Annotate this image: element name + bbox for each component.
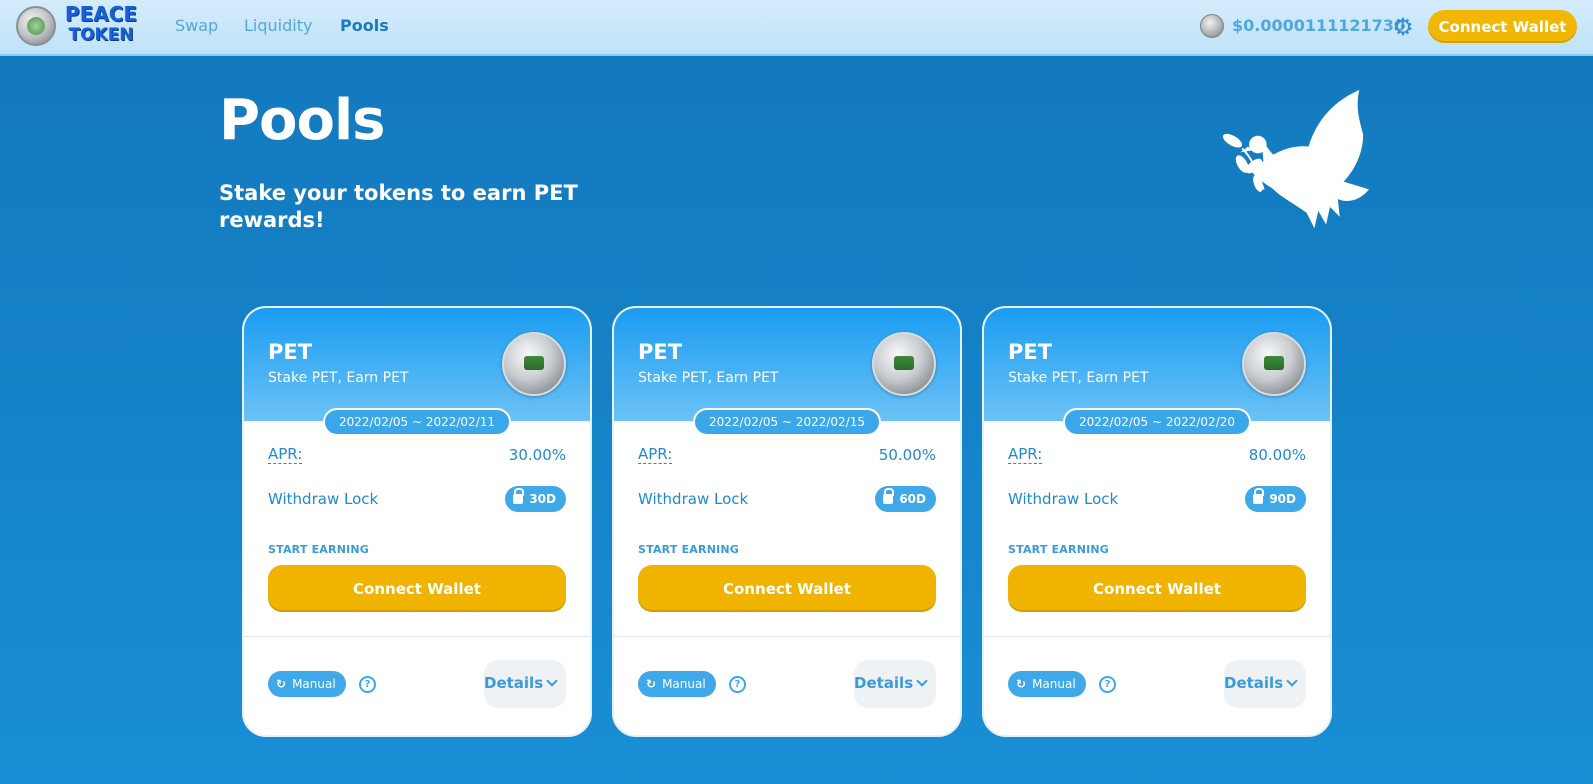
chevron-down-icon <box>916 675 928 687</box>
lock-duration: 90D <box>1269 492 1296 506</box>
refresh-icon: ↻ <box>646 677 657 691</box>
pool-subtitle: Stake PET, Earn PET <box>268 370 409 386</box>
help-icon[interactable]: ? <box>359 676 376 693</box>
details-label: Details <box>1224 674 1284 692</box>
details-label: Details <box>854 674 914 692</box>
details-toggle-button[interactable]: Details <box>854 660 936 708</box>
details-toggle-button[interactable]: Details <box>484 660 566 708</box>
card-divider <box>244 636 590 637</box>
token-coin-icon <box>872 332 936 396</box>
manual-badge: ↻ Manual <box>1008 671 1086 697</box>
help-icon[interactable]: ? <box>729 676 746 693</box>
refresh-icon: ↻ <box>1016 677 1027 691</box>
withdraw-lock-label: Withdraw Lock <box>268 490 379 508</box>
logo-coin-icon[interactable] <box>16 6 56 46</box>
lock-icon <box>1253 488 1265 504</box>
pool-subtitle: Stake PET, Earn PET <box>1008 370 1149 386</box>
page-subtitle: Stake your tokens to earn PET rewards! <box>219 181 578 232</box>
start-earning-label: START EARNING <box>268 543 370 556</box>
withdraw-lock-badge: 60D <box>875 486 936 512</box>
card-divider <box>614 636 960 637</box>
chevron-down-icon <box>546 675 558 687</box>
details-toggle-button[interactable]: Details <box>1224 660 1306 708</box>
dove-icon <box>1222 89 1369 229</box>
top-navbar: PEACE TOKEN Swap Liquidity Pools $0.0000… <box>0 0 1593 56</box>
brand-line-1: PEACE <box>64 2 138 26</box>
apr-value: 50.00% <box>878 446 936 464</box>
help-icon[interactable]: ? <box>1099 676 1116 693</box>
page-title: Pools <box>219 88 386 153</box>
apr-value: 30.00% <box>508 446 566 464</box>
card-divider <box>984 636 1330 637</box>
brand-logo[interactable]: PEACE TOKEN <box>62 4 140 46</box>
nav-link-liquidity[interactable]: Liquidity <box>244 16 312 35</box>
connect-wallet-button[interactable]: Connect Wallet <box>1428 10 1577 43</box>
start-earning-label: START EARNING <box>1008 543 1110 556</box>
apr-label[interactable]: APR: <box>268 446 303 464</box>
nav-link-pools[interactable]: Pools <box>340 16 389 35</box>
date-range-badge: 2022/02/05 ~ 2022/02/15 <box>692 408 882 436</box>
mode-label: Manual <box>662 677 706 691</box>
mode-label: Manual <box>1032 677 1076 691</box>
lock-duration: 60D <box>899 492 926 506</box>
gear-icon[interactable]: ⚙ <box>1390 14 1416 40</box>
card-connect-wallet-button[interactable]: Connect Wallet <box>1008 565 1306 612</box>
pool-subtitle: Stake PET, Earn PET <box>638 370 779 386</box>
pool-card: PET Stake PET, Earn PET 2022/02/05 ~ 202… <box>242 306 592 737</box>
card-connect-wallet-button[interactable]: Connect Wallet <box>638 565 936 612</box>
pool-card: PET Stake PET, Earn PET 2022/02/05 ~ 202… <box>612 306 962 737</box>
token-price: $0.0000111121730 <box>1232 16 1406 35</box>
card-connect-wallet-button[interactable]: Connect Wallet <box>268 565 566 612</box>
apr-value: 80.00% <box>1248 446 1306 464</box>
withdraw-lock-label: Withdraw Lock <box>1008 490 1119 508</box>
pool-card: PET Stake PET, Earn PET 2022/02/05 ~ 202… <box>982 306 1332 737</box>
manual-badge: ↻ Manual <box>638 671 716 697</box>
pool-token-name: PET <box>638 340 683 364</box>
date-range-badge: 2022/02/05 ~ 2022/02/11 <box>322 408 512 436</box>
refresh-icon: ↻ <box>276 677 287 691</box>
apr-label[interactable]: APR: <box>638 446 673 464</box>
lock-icon <box>883 488 895 504</box>
withdraw-lock-badge: 30D <box>505 486 566 512</box>
brand-line-2: TOKEN <box>68 25 134 45</box>
card-header: PET Stake PET, Earn PET <box>614 308 960 421</box>
card-header: PET Stake PET, Earn PET <box>244 308 590 421</box>
withdraw-lock-badge: 90D <box>1245 486 1306 512</box>
nav-link-swap[interactable]: Swap <box>175 16 218 35</box>
chevron-down-icon <box>1286 675 1298 687</box>
lock-icon <box>513 488 525 504</box>
token-coin-icon <box>502 332 566 396</box>
apr-label[interactable]: APR: <box>1008 446 1043 464</box>
card-header: PET Stake PET, Earn PET <box>984 308 1330 421</box>
token-coin-icon <box>1242 332 1306 396</box>
start-earning-label: START EARNING <box>638 543 740 556</box>
details-label: Details <box>484 674 544 692</box>
mode-label: Manual <box>292 677 336 691</box>
withdraw-lock-label: Withdraw Lock <box>638 490 749 508</box>
pool-token-name: PET <box>1008 340 1053 364</box>
manual-badge: ↻ Manual <box>268 671 346 697</box>
pool-token-name: PET <box>268 340 313 364</box>
lock-duration: 30D <box>529 492 556 506</box>
date-range-badge: 2022/02/05 ~ 2022/02/20 <box>1062 408 1252 436</box>
price-token-icon <box>1200 14 1224 38</box>
